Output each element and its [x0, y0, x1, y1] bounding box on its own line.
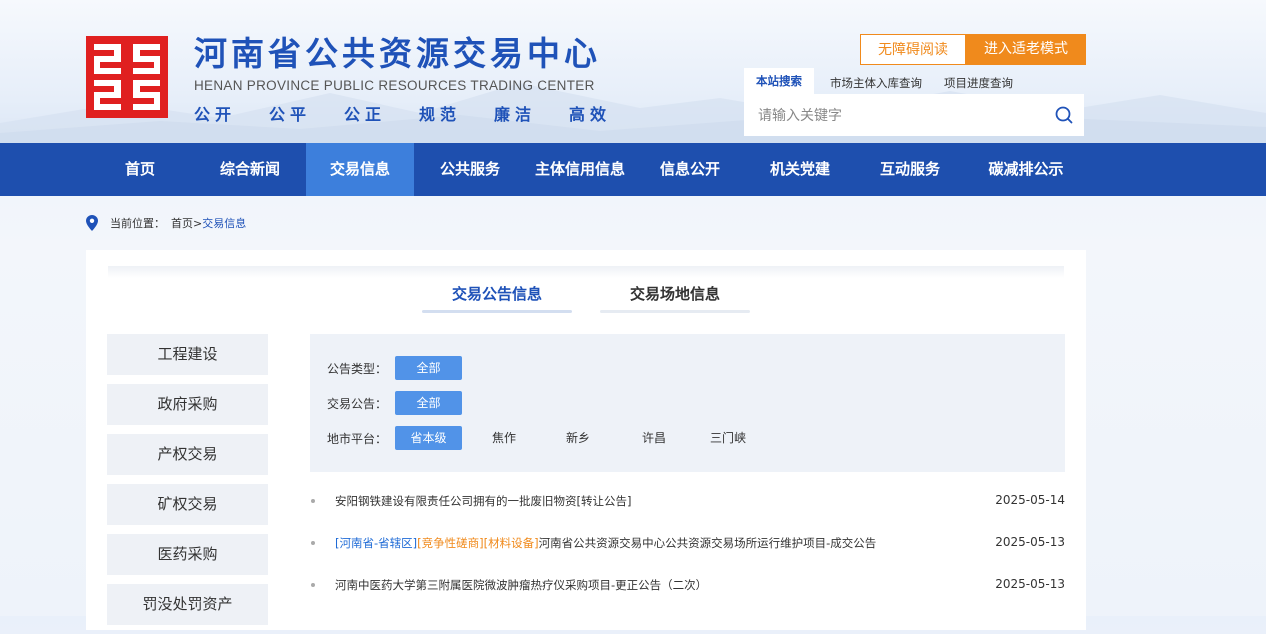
filter-trade-notice: 交易公告： 全部 — [327, 391, 462, 415]
slogan: 规范 — [419, 105, 462, 124]
filter-label: 交易公告： — [327, 396, 388, 411]
bullet — [311, 541, 315, 545]
filter-option-all[interactable]: 全部 — [395, 391, 462, 415]
slogan: 廉洁 — [494, 105, 537, 124]
tab-label: 交易场地信息 — [629, 285, 720, 303]
filter-label: 地市平台： — [327, 431, 388, 446]
filter-option-all[interactable]: 全部 — [395, 356, 462, 380]
filter-option-provincial[interactable]: 省本级 — [395, 426, 462, 450]
notice-list: 安阳钢铁建设有限责任公司拥有的一批废旧物资[转让公告] 2025-05-14 [… — [310, 493, 1065, 622]
bullet — [311, 499, 315, 503]
panel-band — [108, 266, 1064, 278]
main-panel: 交易公告信息 交易场地信息 工程建设 政府采购 产权交易 矿权交易 医药采购 罚… — [86, 250, 1086, 630]
sidebar-item-property-rights[interactable]: 产权交易 — [107, 434, 268, 475]
list-item[interactable]: [河南省-省辖区][竞争性磋商][材料设备]河南省公共资源交易中心公共资源交易场… — [310, 535, 1065, 580]
list-item-date: 2025-05-13 — [995, 535, 1065, 549]
tab-underline — [600, 310, 750, 313]
filter-option-jiaozuo[interactable]: 焦作 — [492, 426, 516, 450]
nav-home[interactable]: 首页 — [86, 143, 194, 196]
breadcrumb-current: 交易信息 — [202, 217, 247, 230]
bullet — [311, 583, 315, 587]
filter-option-xuchang[interactable]: 许昌 — [642, 426, 666, 450]
breadcrumb: 当前位置： 首页> 交易信息 — [86, 214, 246, 232]
list-item[interactable]: 安阳钢铁建设有限责任公司拥有的一批废旧物资[转让公告] 2025-05-14 — [310, 493, 1065, 538]
category-tag: [材料设备] — [483, 536, 539, 550]
sidebar-item-mining-rights[interactable]: 矿权交易 — [107, 484, 268, 525]
filter-platform: 地市平台： 省本级 焦作 新乡 许昌 三门峡 — [327, 426, 746, 450]
nav-interactive-service[interactable]: 互动服务 — [856, 143, 964, 196]
nav-info-disclosure[interactable]: 信息公开 — [636, 143, 744, 196]
tab-market-entity-query[interactable]: 市场主体入库查询 — [830, 72, 922, 94]
breadcrumb-home[interactable]: 首页> — [171, 215, 202, 231]
filter-option-xinxiang[interactable]: 新乡 — [566, 426, 590, 450]
nav-trade-info[interactable]: 交易信息 — [306, 143, 414, 196]
slogan: 高效 — [569, 105, 612, 124]
region-tag: [河南省-省辖区] — [335, 536, 418, 550]
tab-site-search[interactable]: 本站搜索 — [744, 68, 814, 94]
sidebar-item-confiscated-assets[interactable]: 罚没处罚资产 — [107, 584, 268, 625]
site-title: 河南省公共资源交易中心 — [194, 34, 601, 73]
sidebar-item-government-procurement[interactable]: 政府采购 — [107, 384, 268, 425]
slogan: 公正 — [344, 105, 387, 124]
nav-credit-info[interactable]: 主体信用信息 — [526, 143, 634, 196]
list-item-title[interactable]: 安阳钢铁建设有限责任公司拥有的一批废旧物资[转让公告] — [335, 493, 631, 509]
slogan: 公平 — [269, 105, 312, 124]
nav-party-building[interactable]: 机关党建 — [746, 143, 854, 196]
sidebar-item-medical-procurement[interactable]: 医药采购 — [107, 534, 268, 575]
tab-project-progress-query[interactable]: 项目进度查询 — [944, 72, 1013, 94]
sidebar-item-engineering[interactable]: 工程建设 — [107, 334, 268, 375]
tab-trade-notice[interactable]: 交易公告信息 — [422, 284, 572, 314]
filter-label: 公告类型： — [327, 361, 388, 376]
sidebar: 工程建设 政府采购 产权交易 矿权交易 医药采购 罚没处罚资产 — [107, 334, 268, 634]
filter-notice-type: 公告类型： 全部 — [327, 356, 462, 380]
elder-mode-button[interactable]: 进入适老模式 — [966, 34, 1086, 65]
main-nav: 首页 综合新闻 交易信息 公共服务 主体信用信息 信息公开 机关党建 互动服务 … — [0, 143, 1266, 196]
search-icon[interactable] — [1054, 105, 1074, 125]
site-header: 河南省公共资源交易中心 HENAN PROVINCE PUBLIC RESOUR… — [0, 0, 1266, 143]
logo-icon — [86, 36, 168, 118]
breadcrumb-label: 当前位置： — [110, 217, 165, 230]
filter-option-sanmenxia[interactable]: 三门峡 — [710, 426, 746, 450]
list-item-date: 2025-05-13 — [995, 577, 1065, 591]
tab-trade-venue[interactable]: 交易场地信息 — [600, 284, 750, 314]
list-item-title[interactable]: [河南省-省辖区][竞争性磋商][材料设备]河南省公共资源交易中心公共资源交易场… — [335, 535, 876, 551]
site-title-english: HENAN PROVINCE PUBLIC RESOURCES TRADING … — [194, 78, 595, 93]
slogan: 公开 — [194, 105, 237, 124]
tab-label: 交易公告信息 — [451, 285, 542, 303]
search-box — [744, 94, 1084, 138]
search-input[interactable] — [756, 94, 1050, 138]
location-pin-icon — [86, 215, 98, 231]
slogans: 公开 公平 公正 规范 廉洁 高效 — [194, 101, 644, 125]
nav-public-service[interactable]: 公共服务 — [416, 143, 524, 196]
accessibility-button[interactable]: 无障碍阅读 — [860, 34, 966, 65]
list-item-title-text: 河南省公共资源交易中心公共资源交易场所运行维护项目-成交公告 — [538, 536, 877, 550]
tab-underline — [422, 310, 572, 313]
method-tag: [竞争性磋商] — [417, 536, 484, 550]
list-item-date: 2025-05-14 — [995, 493, 1065, 507]
list-item-title[interactable]: 河南中医药大学第三附属医院微波肿瘤热疗仪采购项目-更正公告（二次） — [335, 577, 707, 593]
search-tabs: 本站搜索 市场主体入库查询 项目进度查询 — [744, 68, 1035, 94]
nav-news[interactable]: 综合新闻 — [196, 143, 304, 196]
nav-carbon-reduction[interactable]: 碳减排公示 — [966, 143, 1086, 196]
filter-panel: 公告类型： 全部 交易公告： 全部 地市平台： 省本级 焦作 新乡 许昌 三门峡 — [310, 334, 1065, 472]
